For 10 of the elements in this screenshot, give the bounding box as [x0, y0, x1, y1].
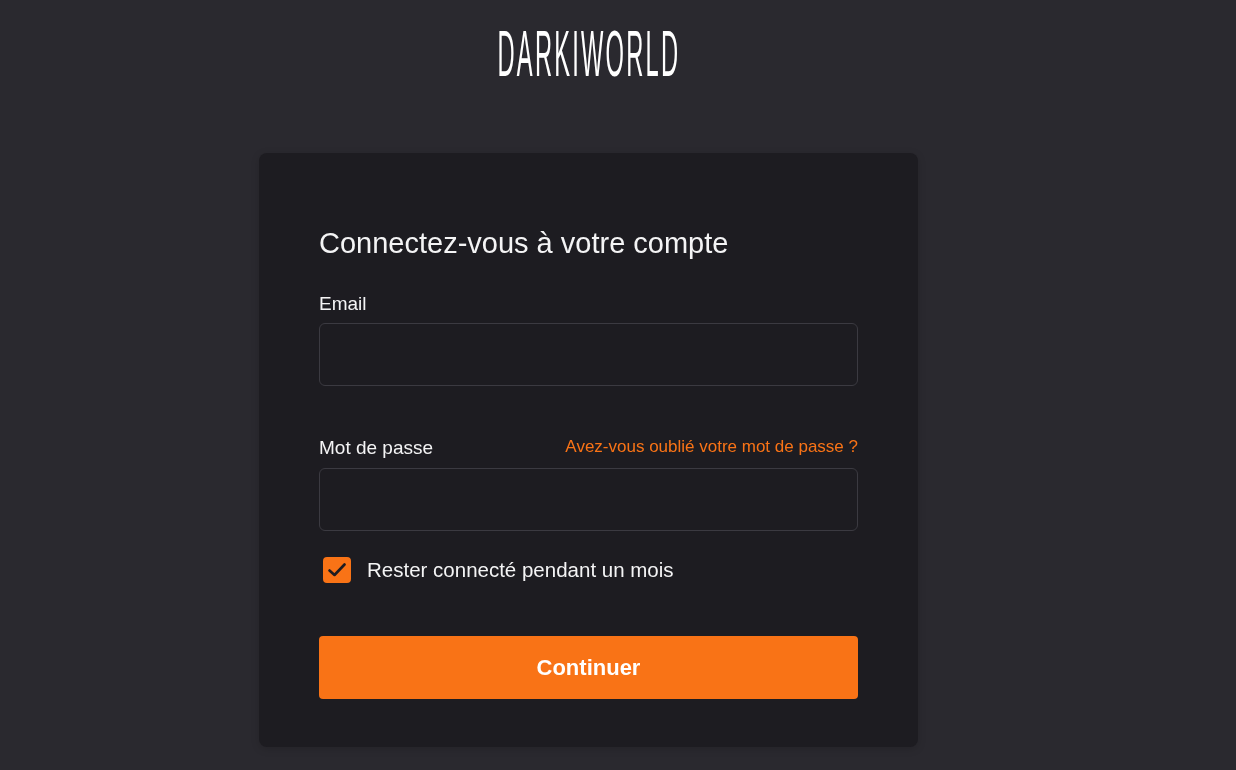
input-field[interactable]: [319, 323, 858, 387]
checkbox-label: Rester connecté pendant un mois: [367, 557, 674, 583]
checkmark-icon: [328, 563, 346, 578]
checkbox[interactable]: [323, 557, 351, 584]
field-label: Mot de passe: [319, 437, 434, 460]
form-title: Connectez-vous à votre compte: [319, 226, 730, 261]
field-label: Email: [319, 292, 367, 316]
input-field[interactable]: [319, 468, 858, 531]
logo-wordmark: DARKIWORLD: [497, 30, 680, 80]
forgot-password-link[interactable]: Avez-vous oublié votre mot de passe ?: [565, 434, 858, 460]
